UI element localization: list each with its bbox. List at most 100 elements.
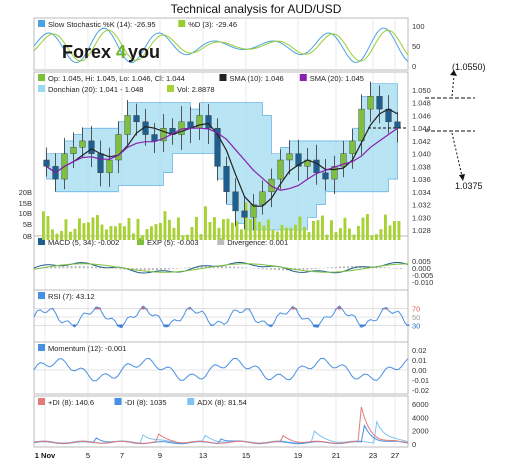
candle-body — [277, 159, 284, 180]
macd-divergence-bar — [265, 268, 268, 270]
candle-body — [223, 166, 230, 193]
volume-bar — [64, 219, 68, 240]
stochastic-tick-label: 0 — [412, 62, 416, 71]
dmi-tick-label: 4000 — [412, 413, 429, 422]
macd-divergence-bar — [379, 266, 382, 269]
upper-target-arrow — [451, 75, 455, 97]
volume-bar — [168, 219, 171, 240]
volume-tick-label: 20B — [19, 188, 32, 197]
volume-bar — [262, 225, 266, 240]
x-tick-label: 13 — [199, 451, 207, 460]
volume-bar — [109, 226, 113, 240]
x-tick-label: 27 — [391, 451, 399, 460]
macd-divergence-bar — [168, 268, 171, 270]
macd-divergence-bar — [277, 268, 280, 271]
legend-swatch — [38, 85, 45, 92]
volume-bar — [204, 206, 207, 240]
price-tick-label: 1.030 — [412, 213, 431, 222]
lower-target-label: 1.0375 — [455, 181, 483, 191]
volume-bar — [393, 221, 396, 240]
macd-divergence-bar — [225, 266, 228, 269]
volume-bar — [253, 218, 257, 240]
volume-bar — [334, 232, 338, 240]
brand-logo-text: 4 — [116, 42, 126, 62]
volume-bar — [132, 233, 135, 240]
legend-label: Momentum (12): -0.001 — [48, 344, 126, 353]
macd-tick-label: -0.010 — [412, 278, 433, 287]
price-tick-label: 1.032 — [412, 201, 431, 210]
candle-body — [322, 172, 329, 180]
volume-bar — [123, 226, 126, 240]
macd-divergence-bar — [343, 266, 345, 269]
legend-label: Op: 1.045, Hi: 1.045, Lo: 1.046, Cl: 1.0… — [48, 74, 185, 83]
volume-tick-label: 10B — [19, 209, 32, 218]
price-tick-label: 1.040 — [412, 150, 431, 159]
volume-bar — [240, 229, 243, 240]
legend-swatch — [187, 398, 195, 405]
legend-swatch — [219, 74, 227, 81]
x-tick-label: 21 — [332, 451, 340, 460]
macd-divergence-bar — [115, 268, 118, 269]
volume-bar — [343, 217, 347, 240]
volume-bar — [294, 224, 297, 240]
volume-bar — [321, 215, 324, 240]
volume-tick-label: 5B — [23, 220, 32, 229]
candle-body — [43, 159, 50, 167]
volume-bar — [69, 231, 72, 240]
macd-divergence-bar — [70, 265, 73, 269]
dmi-tick-label: 0 — [412, 440, 416, 449]
legend-swatch — [38, 344, 45, 351]
candle-body — [133, 115, 140, 123]
candle-body — [151, 134, 158, 142]
volume-bar — [271, 229, 275, 240]
volume-bar — [78, 218, 81, 240]
x-tick-label: 23 — [369, 451, 377, 460]
candle-body — [79, 140, 86, 148]
macd-divergence-bar — [261, 268, 264, 270]
macd-divergence-bar — [164, 268, 167, 270]
volume-bar — [244, 202, 248, 240]
macd-divergence-bar — [237, 266, 240, 269]
volume-bar — [114, 226, 117, 240]
volume-bar — [348, 228, 351, 240]
macd-divergence-bar — [62, 266, 65, 269]
price-tick-label: 1.042 — [412, 137, 431, 146]
volume-bar — [163, 211, 167, 240]
macd-divergence-bar — [155, 268, 158, 271]
stochastic-tick-label: 100 — [412, 22, 425, 31]
volume-bar — [96, 215, 99, 240]
volume-bar — [384, 214, 387, 240]
macd-divergence-bar — [90, 266, 93, 269]
macd-divergence-bar — [245, 267, 248, 269]
candle-body — [358, 108, 365, 142]
candle-body — [88, 140, 95, 154]
volume-bar — [46, 216, 50, 240]
x-tick-label: 5 — [86, 451, 90, 460]
volume-bar — [154, 224, 158, 240]
price-tick-label: 1.048 — [412, 99, 431, 108]
volume-bar — [186, 234, 189, 240]
price-tick-label: 1.034 — [412, 188, 431, 197]
macd-divergence-bar — [338, 266, 341, 269]
macd-divergence-bar — [310, 268, 313, 270]
macd-divergence-bar — [66, 266, 69, 269]
volume-bar — [51, 229, 54, 240]
macd-divergence-bar — [188, 267, 191, 269]
legend-swatch — [38, 398, 45, 405]
volume-bar — [379, 229, 383, 240]
macd-divergence-bar — [273, 268, 276, 271]
macd-divergence-bar — [82, 266, 85, 269]
volume-bar — [73, 228, 77, 240]
volume-bar — [105, 229, 108, 240]
volume-bar — [91, 217, 95, 240]
x-tick-label: 1 Nov — [35, 451, 56, 460]
legend-label: SMA (10): 1.046 — [230, 74, 284, 83]
macd-divergence-bar — [176, 268, 179, 269]
volume-bar — [136, 218, 140, 240]
x-tick-label: 19 — [294, 451, 302, 460]
legend-label: RSI (7): 43.12 — [48, 292, 95, 301]
volume-bar — [285, 227, 288, 240]
price-tick-label: 1.036 — [412, 175, 431, 184]
macd-divergence-bar — [78, 265, 81, 269]
candle-body — [124, 115, 131, 135]
